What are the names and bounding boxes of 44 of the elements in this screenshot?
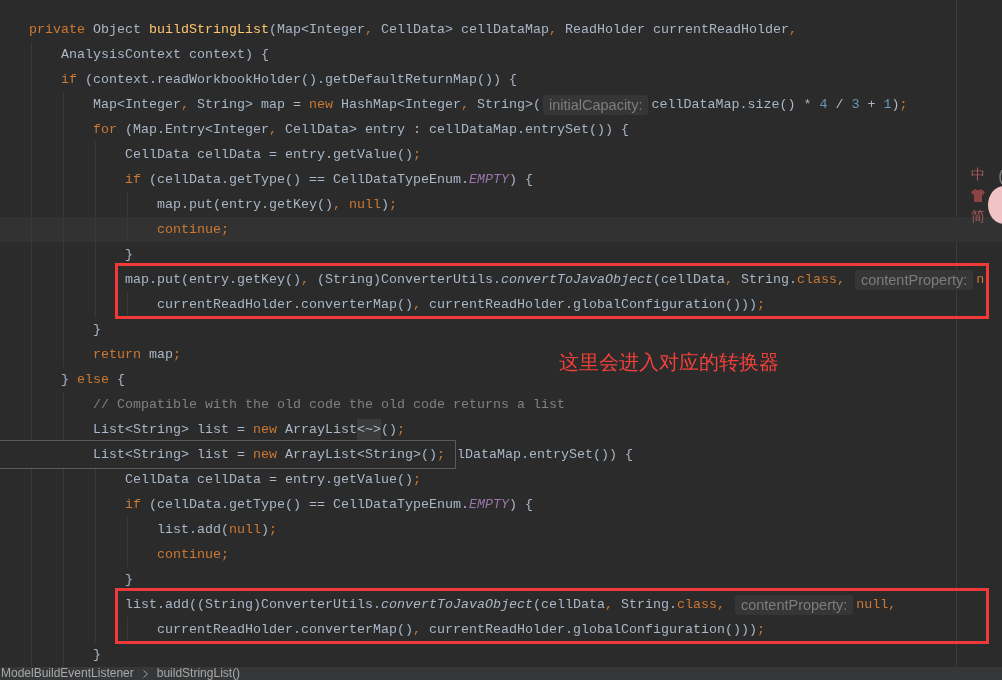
breadcrumb-item[interactable]: ModelBuildEventListener [1,667,134,680]
code-text: currentReadHolder.converterMap(), currentReadHolder.globalConfiguration())); [157,296,765,313]
code-text: Map<Integer, String> map = new HashMap<Integer, String>( [93,96,541,113]
code-text: null, [856,596,897,613]
code-text: CellData cellData = entry.getValue(); [125,146,421,163]
code-text: map.put(entry.getKey(), (String)ConverterUtils.convertToJavaObject(cellData, String.class, [125,271,846,288]
code-text: List<String> list = new ArrayList<String>(); [93,446,445,463]
code-text: currentReadHolder.converterMap(), currentReadHolder.globalConfiguration())); [157,621,765,638]
inlay-hint: contentProperty: [734,594,854,615]
code-text: } [93,646,101,663]
code-text: n [976,271,985,288]
arc-icon[interactable] [998,170,1002,184]
code-text: private Object buildStringList(Map<Integer, CellData> cellDataMap, ReadHolder currentReadHolder, [29,21,797,38]
code-text: list.add((String)ConverterUtils.convertToJavaObject(cellData, String.class, [125,596,726,613]
script-toggle[interactable]: 简 [971,208,985,224]
code-text: for (Map.Entry<Integer, CellData> entry : cellDataMap.entrySet()) { [93,121,629,138]
code-text: // Compatible with the old code the old code returns a list [93,396,565,413]
folded-code[interactable]: <~> [356,418,381,441]
code-text: CellData cellData = entry.getValue(); [125,471,421,488]
code-text: } else { [61,371,125,388]
code-text: if (cellData.getType() == CellDataTypeEnum.EMPTY) { [125,496,533,513]
code-text: cellDataMap.size() * 4 / 3 + 1); [651,96,908,113]
bubble-icon[interactable] [987,186,1002,224]
code-text: continue; [157,221,229,238]
code-text: List<String> list = new ArrayList [93,421,357,438]
input-mode-toggle[interactable]: 中 [971,166,985,182]
code-text: if (context.readWorkbookHolder().getDefaultReturnMap()) { [61,71,517,88]
code-text: if (cellData.getType() == CellDataTypeEnum.EMPTY) { [125,171,533,188]
code-text: AnalysisContext context) { [61,46,269,63]
code-text: } [125,571,133,588]
code-text: return map; [93,346,181,363]
code-text: } [93,321,101,338]
code-text: } [125,246,133,263]
code-text: continue; [157,546,229,563]
code-text: map.put(entry.getKey(), null); [157,196,397,213]
code-text: list.add(null); [157,521,277,538]
inlay-hint: initialCapacity: [542,94,649,115]
chevron-icon [142,669,148,678]
shirt-icon[interactable] [971,189,985,202]
inlay-hint: contentProperty: [854,269,974,290]
code-text: lDataMap.entrySet()) { [456,446,633,463]
annotation-text: 这里会进入对应的转换器 [559,350,779,374]
code-text: (); [380,421,405,438]
breadcrumb-item[interactable]: buildStringList() [156,667,241,680]
